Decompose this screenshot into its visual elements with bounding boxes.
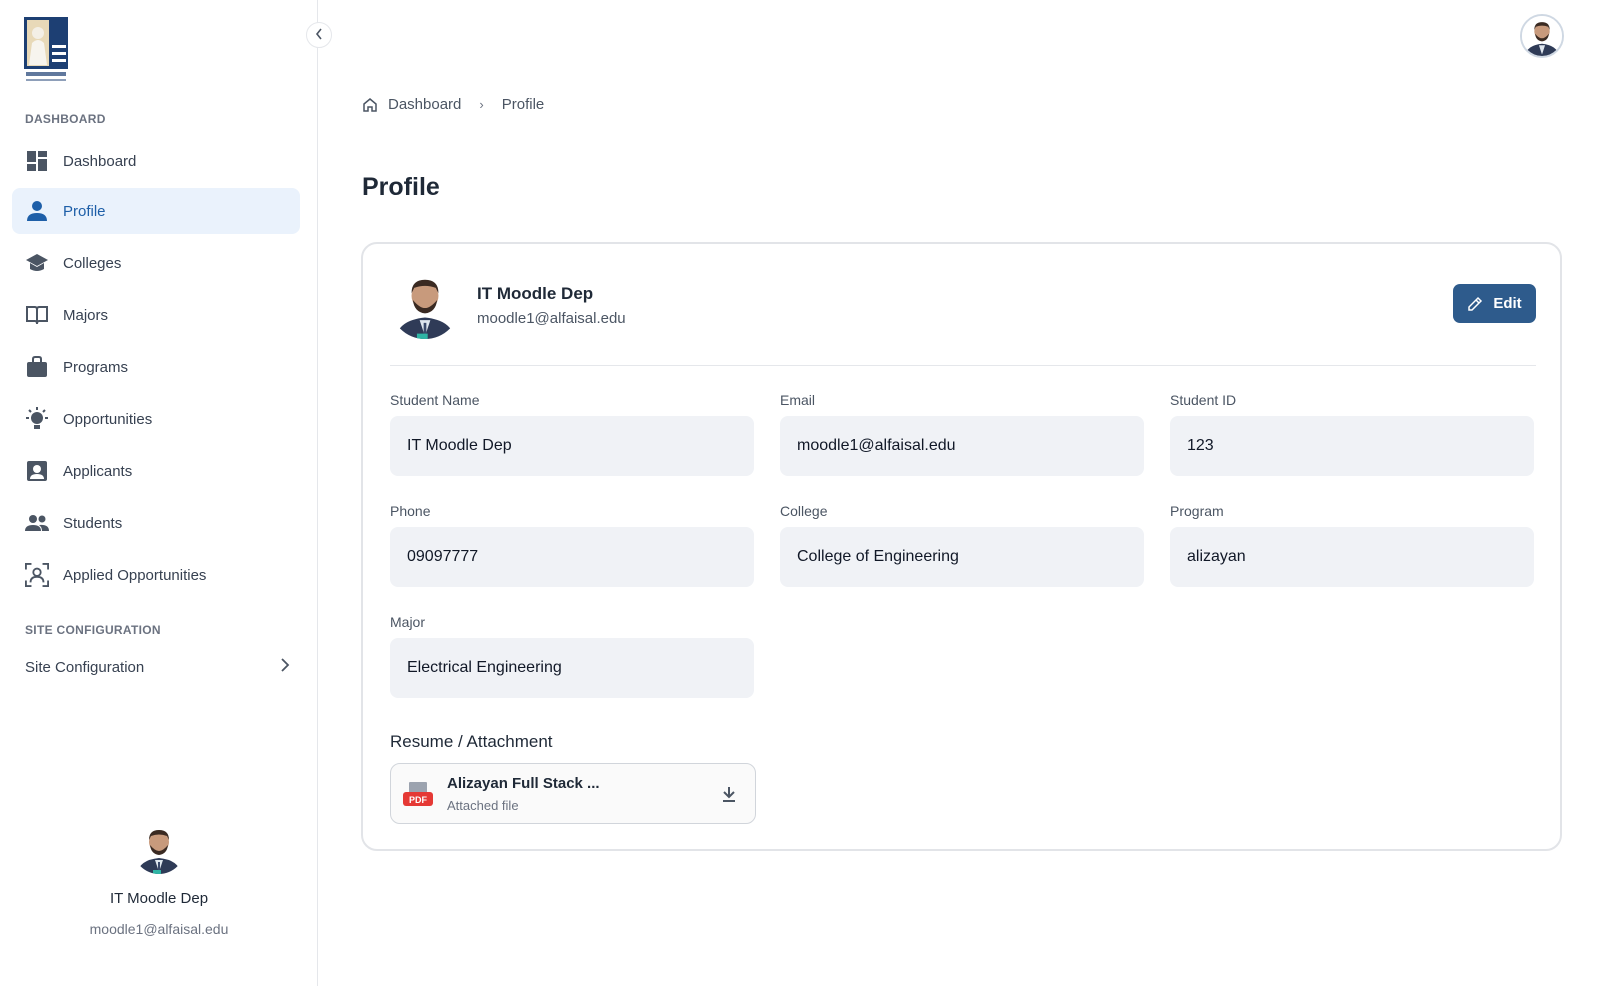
major-input[interactable]: Electrical Engineering — [390, 638, 754, 698]
breadcrumb-current: Profile — [501, 96, 545, 113]
lightbulb-icon — [25, 407, 49, 431]
sidebar-item-label: Programs — [63, 358, 129, 376]
dashboard-icon — [25, 149, 49, 173]
student-id-field: Student ID 123 — [1170, 392, 1534, 476]
book-icon — [25, 303, 49, 327]
page-title: Profile — [362, 173, 440, 201]
face-scan-icon — [25, 563, 49, 587]
group-icon — [25, 511, 49, 535]
contact-card-icon — [25, 459, 49, 483]
download-icon[interactable] — [719, 784, 739, 804]
profile-name: IT Moodle Dep — [477, 284, 594, 303]
sidebar-item-label: Site Configuration — [25, 658, 145, 676]
college-field: College College of Engineering — [780, 503, 1144, 587]
sidebar-user-email: moodle1@alfaisal.edu — [89, 921, 229, 937]
student-id-input[interactable]: 123 — [1170, 416, 1534, 476]
avatar[interactable] — [133, 822, 185, 874]
sidebar-item-label: Dashboard — [63, 152, 137, 170]
phone-input[interactable]: 09097777 — [390, 527, 754, 587]
field-label: College — [780, 503, 828, 519]
sidebar-item-label: Students — [63, 514, 123, 532]
program-input[interactable]: alizayan — [1170, 527, 1534, 587]
profile-avatar — [390, 269, 460, 339]
major-field: Major Electrical Engineering — [390, 614, 754, 698]
field-label: Program — [1170, 503, 1224, 519]
pencil-icon — [1467, 296, 1483, 312]
resume-section-title: Resume / Attachment — [390, 732, 553, 751]
section-title-site-configuration: SITE CONFIGURATION — [25, 623, 161, 637]
phone-field: Phone 09097777 — [390, 503, 754, 587]
sidebar-item-site-configuration[interactable]: Site Configuration — [25, 658, 290, 676]
profile-card: IT Moodle Dep moodle1@alfaisal.edu Edit … — [361, 242, 1562, 851]
chevron-left-icon — [315, 27, 323, 43]
sidebar-item-profile[interactable]: Profile — [12, 188, 300, 234]
email-field: Email moodle1@alfaisal.edu — [780, 392, 1144, 476]
file-subtitle: Attached file — [447, 798, 519, 813]
pdf-badge-text: PDF — [409, 795, 428, 805]
divider — [390, 365, 1536, 366]
field-label: Major — [390, 614, 426, 630]
email-input[interactable]: moodle1@alfaisal.edu — [780, 416, 1144, 476]
student-name-input[interactable]: IT Moodle Dep — [390, 416, 754, 476]
program-field: Program alizayan — [1170, 503, 1534, 587]
edit-button[interactable]: Edit — [1453, 284, 1536, 323]
sidebar-item-label: Colleges — [63, 254, 122, 272]
sidebar-item-label: Opportunities — [63, 410, 153, 428]
user-avatar-menu[interactable] — [1520, 14, 1564, 58]
sidebar-item-label: Applied Opportunities — [63, 566, 207, 584]
home-icon[interactable] — [362, 97, 378, 113]
sidebar: DASHBOARD Dashboard Profile Colleges Maj… — [0, 0, 318, 986]
sidebar-item-programs[interactable]: Programs — [12, 344, 300, 390]
sidebar-item-applicants[interactable]: Applicants — [12, 448, 300, 494]
sidebar-item-colleges[interactable]: Colleges — [12, 240, 300, 286]
sidebar-item-label: Profile — [63, 202, 106, 220]
sidebar-user-name: IT Moodle Dep — [109, 890, 209, 907]
field-label: Student ID — [1170, 392, 1237, 408]
section-title-dashboard: DASHBOARD — [25, 112, 106, 126]
student-name-field: Student Name IT Moodle Dep — [390, 392, 754, 476]
edit-button-label: Edit — [1493, 295, 1522, 312]
graduation-cap-icon — [25, 251, 49, 275]
briefcase-icon — [25, 355, 49, 379]
field-label: Phone — [390, 503, 431, 519]
college-input[interactable]: College of Engineering — [780, 527, 1144, 587]
breadcrumb-link-dashboard[interactable]: Dashboard — [388, 96, 461, 113]
sidebar-user-card: IT Moodle Dep moodle1@alfaisal.edu — [0, 822, 318, 937]
field-label: Student Name — [390, 392, 480, 408]
resume-attachment[interactable]: PDF Alizayan Full Stack ... Attached fil… — [390, 763, 756, 824]
sidebar-item-students[interactable]: Students — [12, 500, 300, 546]
breadcrumb-separator: › — [479, 97, 484, 112]
sidebar-item-label: Majors — [63, 306, 109, 324]
profile-header: IT Moodle Dep moodle1@alfaisal.edu Edit — [390, 269, 1536, 339]
pdf-file-icon: PDF — [403, 782, 433, 808]
sidebar-item-dashboard[interactable]: Dashboard — [12, 138, 300, 184]
file-name: Alizayan Full Stack ... — [447, 775, 600, 792]
sidebar-item-applied-opportunities[interactable]: Applied Opportunities — [12, 552, 300, 598]
collapse-sidebar-button[interactable] — [306, 22, 332, 48]
university-logo[interactable] — [24, 17, 70, 85]
sidebar-item-opportunities[interactable]: Opportunities — [12, 396, 300, 442]
profile-email: moodle1@alfaisal.edu — [477, 310, 626, 327]
chevron-right-icon — [280, 658, 290, 676]
sidebar-item-majors[interactable]: Majors — [12, 292, 300, 338]
sidebar-item-label: Applicants — [63, 462, 133, 480]
field-label: Email — [780, 392, 816, 408]
person-icon — [25, 199, 49, 223]
breadcrumb: Dashboard › Profile — [362, 96, 544, 113]
